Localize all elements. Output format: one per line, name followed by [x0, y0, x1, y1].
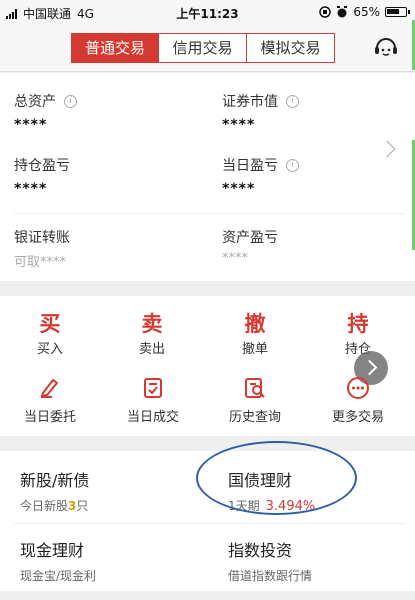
- history-search-icon: [245, 378, 265, 398]
- battery-percent: 65%: [353, 5, 380, 19]
- daily-pl-label: 当日盈亏: [222, 158, 278, 174]
- info-icon[interactable]: i: [64, 94, 77, 108]
- position-pl-label: 持仓盈亏: [14, 158, 70, 174]
- today-deals-label: 当日成交: [126, 410, 179, 425]
- tab-simulated-trade[interactable]: 模拟交易: [247, 33, 335, 63]
- bank-transfer-sub: 可取****: [14, 255, 67, 270]
- cash-title: 现金理财: [20, 541, 85, 560]
- holdings-glyph: 持: [347, 312, 369, 336]
- deal-icon: [144, 378, 162, 398]
- cancel-label: 撤单: [241, 342, 268, 357]
- today-entrust-label: 当日委托: [23, 410, 76, 425]
- customer-service-icon[interactable]: [373, 34, 399, 60]
- total-assets: 总资产 i ****: [14, 91, 77, 133]
- divider: [14, 213, 404, 214]
- orientation-lock-icon: [319, 6, 332, 18]
- sell-label: 卖出: [138, 342, 165, 357]
- tab-normal-trade[interactable]: 普通交易: [71, 33, 159, 63]
- market-value-label: 证券市值: [222, 94, 278, 110]
- position-pl-value: ****: [14, 181, 48, 197]
- entrust-icon: [41, 379, 58, 398]
- info-icon[interactable]: i: [286, 158, 299, 172]
- sell-glyph: 卖: [141, 312, 163, 336]
- market-value: 证券市值 i ****: [222, 91, 299, 133]
- market-value-value: ****: [222, 117, 256, 133]
- ipo-sub-suffix: 只: [76, 499, 89, 513]
- holdings-button[interactable]: 持 持仓: [326, 308, 390, 357]
- annotation-circle: [196, 441, 357, 515]
- daily-pl-value: ****: [222, 181, 256, 197]
- tab-credit-trade[interactable]: 信用交易: [159, 33, 247, 63]
- cash-management-entry[interactable]: 现金理财 现金宝/现金利: [20, 537, 96, 584]
- trade-type-header: 普通交易 信用交易 模拟交易: [0, 24, 415, 72]
- today-entrust-button[interactable]: 当日委托: [8, 376, 92, 425]
- daily-pl: 当日盈亏 i ****: [222, 155, 299, 197]
- index-title: 指数投资: [228, 541, 293, 560]
- sell-button[interactable]: 卖 卖出: [120, 308, 184, 357]
- alarm-icon: [337, 6, 348, 18]
- chevron-right-icon[interactable]: [378, 140, 396, 158]
- history-query-label: 历史查询: [228, 410, 281, 425]
- asset-pl-sub: ****: [222, 251, 248, 266]
- index-sub: 借道指数跟行情: [228, 569, 313, 583]
- buy-label: 买入: [36, 342, 63, 357]
- today-deals-button[interactable]: 当日成交: [111, 376, 195, 425]
- status-bar: 中国联通 4G 上午11:23 65%: [0, 0, 415, 24]
- ipo-sub-prefix: 今日新股: [20, 499, 69, 513]
- position-pl: 持仓盈亏 ****: [14, 155, 70, 197]
- buy-button[interactable]: 买 买入: [18, 308, 82, 357]
- trade-type-tabs: 普通交易 信用交易 模拟交易: [71, 33, 335, 63]
- asset-overview[interactable]: 总资产 i **** 证券市值 i **** 持仓盈亏 **** 当日盈亏 i ***…: [0, 73, 415, 281]
- cash-sub: 现金宝/现金利: [20, 569, 97, 583]
- more-icon: [347, 377, 369, 399]
- battery-icon: [385, 7, 410, 17]
- ipo-sub: 今日新股3只: [20, 497, 89, 514]
- cancel-order-button[interactable]: 撤 撤单: [223, 308, 287, 357]
- total-assets-value: ****: [14, 117, 48, 133]
- more-trades-button[interactable]: 更多交易: [316, 376, 400, 425]
- bank-transfer[interactable]: 银证转账 可取****: [14, 227, 70, 270]
- trade-actions-panel: 买 买入 卖 卖出 撤 撤单 持 持仓 当日委托 当日成交 历史查询 更多交易: [0, 296, 415, 436]
- buy-glyph: 买: [39, 312, 61, 336]
- ipo-bond-entry[interactable]: 新股/新债 今日新股3只: [20, 467, 89, 514]
- total-assets-label: 总资产: [14, 94, 56, 110]
- cancel-glyph: 撤: [244, 312, 266, 336]
- divider: [14, 523, 404, 524]
- ipo-title: 新股/新债: [20, 471, 90, 490]
- more-trades-label: 更多交易: [331, 410, 384, 425]
- asset-pl[interactable]: 资产盈亏 ****: [222, 227, 278, 266]
- asset-pl-label: 资产盈亏: [222, 230, 278, 246]
- history-query-button[interactable]: 历史查询: [213, 376, 297, 425]
- index-investment-entry[interactable]: 指数投资 借道指数跟行情: [228, 537, 312, 584]
- info-icon[interactable]: i: [286, 94, 299, 108]
- bank-transfer-label: 银证转账: [14, 230, 70, 246]
